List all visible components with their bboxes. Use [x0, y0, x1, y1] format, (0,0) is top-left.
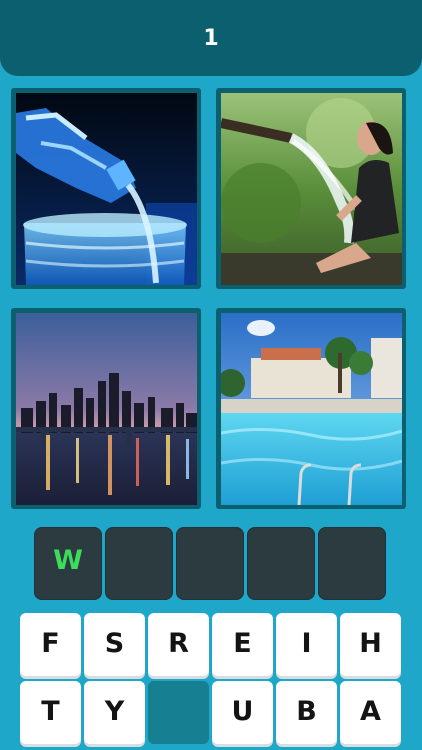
letter-key-label: F	[41, 628, 60, 659]
picture-tile-2	[216, 88, 406, 289]
letter-key[interactable]: Y	[84, 681, 145, 744]
answer-slot-4[interactable]	[247, 527, 315, 600]
letter-key[interactable]: U	[212, 681, 273, 744]
letter-key-label: S	[104, 628, 125, 659]
picture-tile-1	[11, 88, 201, 289]
city-river-night-image	[16, 313, 197, 505]
letter-key[interactable]: I	[276, 613, 337, 676]
letter-key-label: Y	[104, 696, 125, 727]
letter-key-label: A	[360, 696, 381, 727]
letter-key[interactable]: H	[340, 613, 401, 676]
letter-key[interactable]: A	[340, 681, 401, 744]
letter-key[interactable]: T	[20, 681, 81, 744]
answer-letter: W	[53, 545, 83, 576]
letter-key-label: B	[296, 696, 317, 727]
letter-key-label: E	[233, 628, 252, 659]
letter-key[interactable]: S	[84, 613, 145, 676]
letter-key[interactable]: F	[20, 613, 81, 676]
picture-tile-4	[216, 308, 406, 509]
answer-slot-2[interactable]	[105, 527, 173, 600]
used-letter-key	[148, 681, 209, 744]
letter-key-label: T	[41, 696, 60, 727]
answer-slot-1[interactable]: W	[34, 527, 102, 600]
answer-slots: W	[34, 527, 388, 600]
answer-slot-3[interactable]	[176, 527, 244, 600]
level-number: 1	[203, 26, 219, 51]
letter-key[interactable]: R	[148, 613, 209, 676]
woman-under-water-hose-image	[221, 93, 402, 285]
header-bar: 1	[0, 0, 422, 76]
letter-key[interactable]: E	[212, 613, 273, 676]
answer-slot-5[interactable]	[318, 527, 386, 600]
letter-key-label: H	[359, 628, 382, 659]
picture-tile-3	[11, 308, 201, 509]
water-bottle-pouring-image	[16, 93, 197, 285]
letter-key-label: I	[301, 628, 312, 659]
letter-key[interactable]: B	[276, 681, 337, 744]
letter-key-label: R	[168, 628, 189, 659]
swimming-pool-image	[221, 313, 402, 505]
letter-key-label: U	[231, 696, 254, 727]
